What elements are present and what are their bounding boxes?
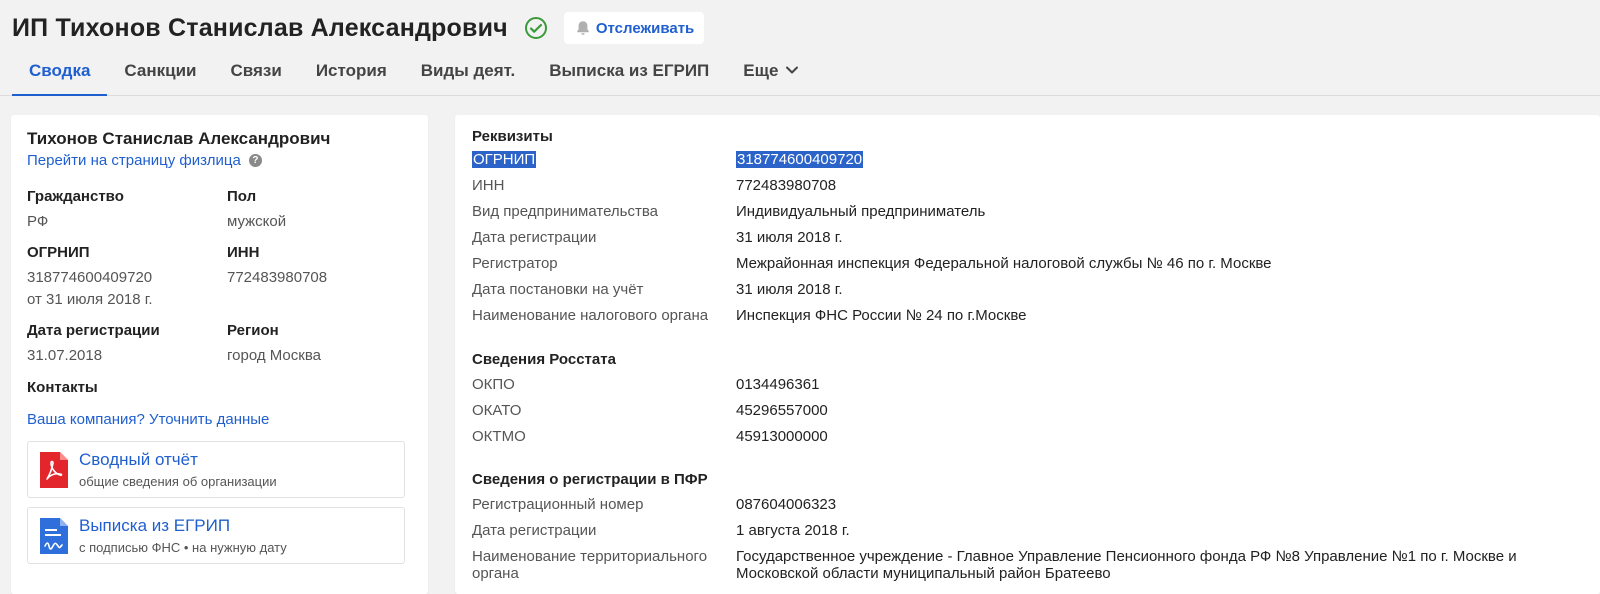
reg-date-value: 31.07.2018 <box>27 347 103 364</box>
reg-date-label: Дата регистрации <box>27 322 160 339</box>
region-label: Регион <box>227 322 279 339</box>
tab-sanctions[interactable]: Санкции <box>107 54 213 96</box>
person-summary-card: Тихонов Станислав Александрович Перейти … <box>11 115 428 594</box>
track-button[interactable]: Отслеживать <box>563 12 705 44</box>
ogrnip-value: 318774600409720 <box>27 269 153 286</box>
sex-label: Пол <box>227 188 257 205</box>
inn-label: ИНН <box>227 244 260 261</box>
rosstat-label: ОКАТО <box>472 402 522 419</box>
selected-text: ОГРНИП <box>472 151 537 168</box>
egrip-extract-subtitle: с подписью ФНС • на нужную дату <box>79 540 287 555</box>
page-title: ИП Тихонов Станислав Александрович <box>12 13 508 42</box>
tab-more[interactable]: Еще <box>726 54 817 96</box>
person-name: Тихонов Станислав Александрович <box>27 129 331 148</box>
requisite-value: Межрайонная инспекция Федеральной налого… <box>736 255 1272 272</box>
signed-document-icon <box>40 518 68 554</box>
pfr-label: Дата регистрации <box>472 522 597 539</box>
requisite-label: Вид предпринимательства <box>472 203 658 220</box>
requisite-value: Индивидуальный предприниматель <box>736 203 986 220</box>
tab-summary[interactable]: Сводка <box>12 54 108 96</box>
requisite-value: 31 июля 2018 г. <box>736 281 843 298</box>
tab-bar: Сводка Санкции Связи История Виды деят. … <box>12 54 817 96</box>
pdf-icon <box>40 452 68 488</box>
requisite-label: Дата постановки на учёт <box>472 281 644 298</box>
tab-history[interactable]: История <box>299 54 404 96</box>
region-value: город Москва <box>227 347 321 364</box>
track-label: Отслеживать <box>595 19 695 37</box>
tab-more-label: Еще <box>743 61 779 80</box>
person-page-link-label: Перейти на страницу физлица <box>27 152 241 169</box>
pfr-label: Регистрационный номер <box>472 496 644 513</box>
requisite-label: Дата регистрации <box>472 229 597 246</box>
requisite-value: Инспекция ФНС России № 24 по г.Москве <box>736 307 1027 324</box>
rosstat-value[interactable]: 45296557000 <box>736 402 1586 419</box>
bell-icon <box>574 19 592 37</box>
page-header: ИП Тихонов Станислав Александрович Отсле… <box>0 0 1600 96</box>
rosstat-title: Сведения Росстата <box>472 351 616 368</box>
rosstat-label: ОКПО <box>472 376 515 393</box>
person-page-link[interactable]: Перейти на страницу физлица ? <box>27 152 262 169</box>
inn-value: 772483980708 <box>227 269 328 286</box>
requisite-value[interactable]: 772483980708 <box>736 177 1586 194</box>
pfr-value: 1 августа 2018 г. <box>736 522 850 539</box>
pfr-value: Государственное учреждение - Главное Упр… <box>736 548 1517 582</box>
rosstat-label: ОКТМО <box>472 428 526 445</box>
chevron-down-icon <box>784 56 800 74</box>
summary-report-title: Сводный отчёт <box>79 450 198 469</box>
citizenship-label: Гражданство <box>27 188 124 205</box>
ogrnip-date: от 31 июля 2018 г. <box>27 291 153 308</box>
requisite-label: Регистратор <box>472 255 558 272</box>
egrip-extract-title: Выписка из ЕГРИП <box>79 516 231 535</box>
requisite-label: Наименование налогового органа <box>472 307 709 324</box>
tab-links[interactable]: Связи <box>214 54 299 96</box>
help-icon[interactable]: ? <box>248 154 262 167</box>
selected-text: 318774600409720 <box>736 151 864 168</box>
check-circle-icon <box>524 16 548 40</box>
requisites-card: Реквизиты ОГРНИП 318774600409720 ИНН 772… <box>455 115 1600 594</box>
ogrnip-label: ОГРНИП <box>27 244 90 261</box>
rosstat-value[interactable]: 0134496361 <box>736 376 1586 393</box>
rosstat-value[interactable]: 45913000000 <box>736 428 1586 445</box>
tab-activities[interactable]: Виды деят. <box>404 54 532 96</box>
contacts-label: Контакты <box>27 379 98 396</box>
summary-report-subtitle: общие сведения об организации <box>79 474 277 489</box>
requisites-title: Реквизиты <box>472 128 553 145</box>
tab-egrip-extract[interactable]: Выписка из ЕГРИП <box>532 54 726 96</box>
requisite-label: ОГРНИП <box>472 151 732 168</box>
summary-report-card[interactable]: Сводный отчёт общие сведения об организа… <box>27 441 405 498</box>
requisite-label: ИНН <box>472 177 505 194</box>
requisite-value: 31 июля 2018 г. <box>736 229 843 246</box>
egrip-extract-card[interactable]: Выписка из ЕГРИП с подписью ФНС • на нуж… <box>27 507 405 564</box>
title-row: ИП Тихонов Станислав Александрович Отсле… <box>12 10 705 46</box>
pfr-value[interactable]: 087604006323 <box>736 496 1586 513</box>
requisite-value[interactable]: 318774600409720 <box>736 151 1586 168</box>
pfr-title: Сведения о регистрации в ПФР <box>472 471 708 488</box>
citizenship-value: РФ <box>27 213 49 230</box>
sex-value: мужской <box>227 213 287 230</box>
pfr-label: Наименование территориального органа <box>472 548 708 582</box>
clarify-data-link[interactable]: Ваша компания? Уточнить данные <box>27 411 269 428</box>
